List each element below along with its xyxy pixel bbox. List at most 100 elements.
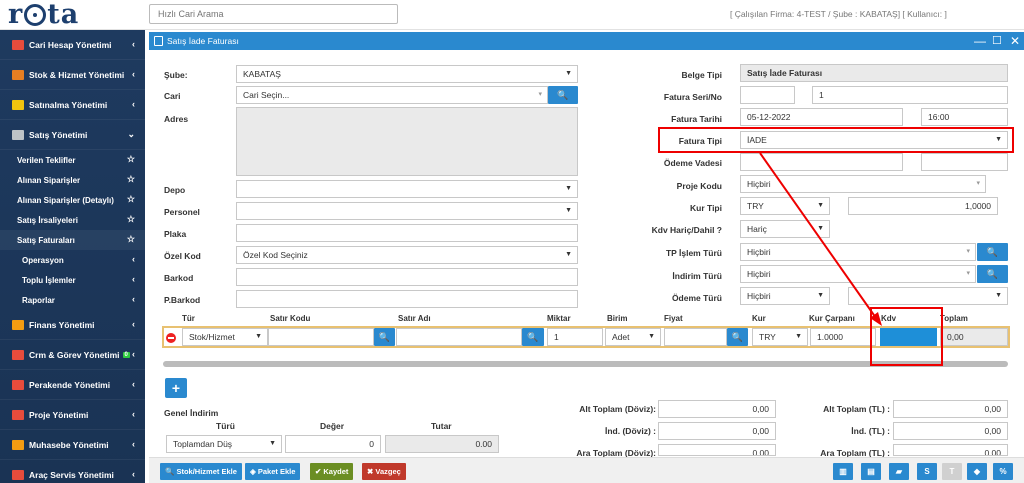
pbarkod-input[interactable]: [236, 290, 578, 308]
row-birim-select[interactable]: Adet ▼: [605, 328, 661, 346]
tag-icon[interactable]: ◆: [967, 463, 987, 480]
indirim-search-button[interactable]: 🔍: [977, 265, 1008, 283]
proje-kodu-select[interactable]: Hiçbiri ▾: [740, 175, 986, 193]
sidebar-item-muhasebe[interactable]: Muhasebe Yönetimi ‹: [0, 430, 145, 460]
depo-select[interactable]: ▼: [236, 180, 578, 198]
sidebar-item-perakende[interactable]: Perakende Yönetimi ‹: [0, 370, 145, 400]
sidebar-subitem-toplu-islemler[interactable]: Toplu İşlemler ‹: [0, 270, 145, 290]
odeme-vadesi-input[interactable]: [740, 153, 903, 171]
genel-indirim-title: Genel İndirim: [164, 408, 219, 418]
app-logo[interactable]: r ta: [8, 0, 79, 30]
ara-toplam-doviz-field: 0,00: [658, 444, 776, 456]
save-button[interactable]: ✔ Kaydet: [310, 463, 354, 480]
kdv-haric-dahil-label: Kdv Hariç/Dahil ?: [651, 225, 722, 235]
fatura-tarihi-input[interactable]: 05-12-2022: [740, 108, 903, 126]
caret-down-icon: ▾: [538, 91, 542, 98]
sidebar-item-proje[interactable]: Proje Yönetimi ‹: [0, 400, 145, 430]
sidebar-item-satis[interactable]: Satış Yönetimi ⌄: [0, 120, 145, 150]
discount-tutar-field: 0.00: [385, 435, 499, 453]
remove-row-icon[interactable]: [166, 333, 176, 343]
cari-search-button[interactable]: 🔍: [548, 86, 578, 104]
book-icon[interactable]: ▤: [861, 463, 881, 480]
discount-type-select[interactable]: Toplamdan Düş ▼: [166, 435, 282, 453]
plaka-input[interactable]: [236, 224, 578, 242]
add-row-button[interactable]: +: [165, 378, 187, 398]
t-icon[interactable]: T: [942, 463, 962, 480]
minimize-icon[interactable]: —: [974, 32, 986, 50]
kur-tipi-select[interactable]: TRY ▼: [740, 197, 830, 215]
star-icon[interactable]: ☆: [127, 174, 135, 185]
sidebar-item-arac-servis[interactable]: Araç Servis Yönetimi ‹: [0, 460, 145, 483]
sidebar-item-satinalma[interactable]: Satınalma Yönetimi ‹: [0, 90, 145, 120]
row-fiyat-search-button[interactable]: 🔍: [727, 328, 748, 346]
sidebar-subitem-operasyon[interactable]: Operasyon ‹: [0, 250, 145, 270]
quick-cari-search-input[interactable]: [149, 4, 398, 24]
chevron-left-icon: ‹: [132, 69, 135, 79]
sidebar-subitem-alinan-siparisler-detayli[interactable]: Alınan Siparişler (Detaylı) ☆: [0, 190, 145, 210]
star-icon[interactable]: ☆: [127, 234, 135, 245]
cancel-button[interactable]: ✖ Vazgeç: [362, 463, 406, 480]
fatura-saat-input[interactable]: 16:00: [921, 108, 1008, 126]
alt-toplam-tl-label: Alt Toplam (TL) :: [823, 404, 890, 414]
sidebar-subitem-raporlar[interactable]: Raporlar ‹: [0, 290, 145, 310]
highlight-fatura-tipi: [658, 127, 1014, 153]
sidebar-item-stok[interactable]: Stok & Hizmet Yönetimi ‹: [0, 60, 145, 90]
chevron-left-icon: ‹: [132, 274, 135, 284]
sidebar-subitem-alinan-siparisler[interactable]: Alınan Siparişler ☆: [0, 170, 145, 190]
adres-textarea[interactable]: [236, 107, 578, 176]
row-fiyat-input[interactable]: [664, 328, 727, 346]
tp-search-button[interactable]: 🔍: [977, 243, 1008, 261]
odeme-detay-select[interactable]: ▼: [848, 287, 1008, 305]
sidebar-item-finans[interactable]: Finans Yönetimi ‹: [0, 310, 145, 340]
sidebar-subitem-satis-faturalari[interactable]: Satış Faturaları ☆: [0, 230, 145, 250]
row-satir-adi-search-button[interactable]: 🔍: [522, 328, 544, 346]
stok-hizmet-ekle-button[interactable]: 🔍 Stok/Hizmet Ekle: [160, 463, 242, 480]
sidebar-item-crm[interactable]: Crm & Görev Yönetimi 0 ‹: [0, 340, 145, 370]
personel-select[interactable]: ▼: [236, 202, 578, 220]
odeme-turu-select[interactable]: Hiçbiri ▼: [740, 287, 830, 305]
star-icon[interactable]: ☆: [127, 194, 135, 205]
maximize-icon[interactable]: ☐: [992, 32, 1002, 50]
paket-ekle-button[interactable]: ◈ Paket Ekle: [245, 463, 301, 480]
accounting-icon: [12, 439, 24, 450]
percent-icon[interactable]: %: [993, 463, 1013, 480]
sube-select[interactable]: KABATAŞ ▼: [236, 65, 578, 83]
barkod-input[interactable]: [236, 268, 578, 286]
indirim-turu-select[interactable]: Hiçbiri ▾: [740, 265, 976, 283]
row-tur-select[interactable]: Stok/Hizmet ▼: [182, 328, 268, 346]
row-kur-select[interactable]: TRY ▼: [752, 328, 808, 346]
depo-label: Depo: [164, 185, 186, 195]
discount-deger-input[interactable]: 0: [285, 435, 381, 453]
sidebar-item-cari[interactable]: Cari Hesap Yönetimi ‹: [0, 30, 145, 60]
chart-icon[interactable]: ▥: [833, 463, 853, 480]
s-icon[interactable]: S: [917, 463, 937, 480]
chevron-left-icon: ‹: [132, 379, 135, 389]
fatura-seri-input[interactable]: [740, 86, 795, 104]
sube-label: Şube:: [164, 70, 188, 80]
row-satir-kodu-search-button[interactable]: 🔍: [374, 328, 395, 346]
tp-islem-turu-select[interactable]: Hiçbiri ▾: [740, 243, 976, 261]
row-satir-adi-input[interactable]: [396, 328, 522, 346]
register-icon: [12, 129, 24, 140]
pbarkod-label: P.Barkod: [164, 295, 201, 305]
belge-tipi-field: Satış İade Faturası: [740, 64, 1008, 82]
odeme-vadesi-days-input[interactable]: [921, 153, 1008, 171]
col-birim: Birim: [607, 314, 628, 323]
fatura-no-input[interactable]: 1: [812, 86, 1008, 104]
sidebar-subitem-verilen-teklifler[interactable]: Verilen Teklifler ☆: [0, 150, 145, 170]
col-kur-carpani: Kur Çarpanı: [809, 314, 855, 323]
caret-down-icon: ▼: [795, 333, 802, 340]
star-icon[interactable]: ☆: [127, 214, 135, 225]
kur-value-input[interactable]: 1,0000: [848, 197, 998, 215]
row-miktar-input[interactable]: 1: [547, 328, 603, 346]
truck-icon[interactable]: ▰: [889, 463, 909, 480]
ozelkod-select[interactable]: Özel Kod Seçiniz ▼: [236, 246, 578, 264]
row-kur-carpani-input[interactable]: 1.0000: [810, 328, 876, 346]
row-satir-kodu-input[interactable]: [268, 328, 374, 346]
kdv-haric-dahil-select[interactable]: Hariç ▼: [740, 220, 830, 238]
barkod-label: Barkod: [164, 273, 194, 283]
star-icon[interactable]: ☆: [127, 154, 135, 165]
close-icon[interactable]: ✕: [1010, 32, 1020, 50]
cari-select[interactable]: Cari Seçin... ▾: [236, 86, 548, 104]
sidebar-subitem-satis-irsaliyeleri[interactable]: Satış İrsaliyeleri ☆: [0, 210, 145, 230]
